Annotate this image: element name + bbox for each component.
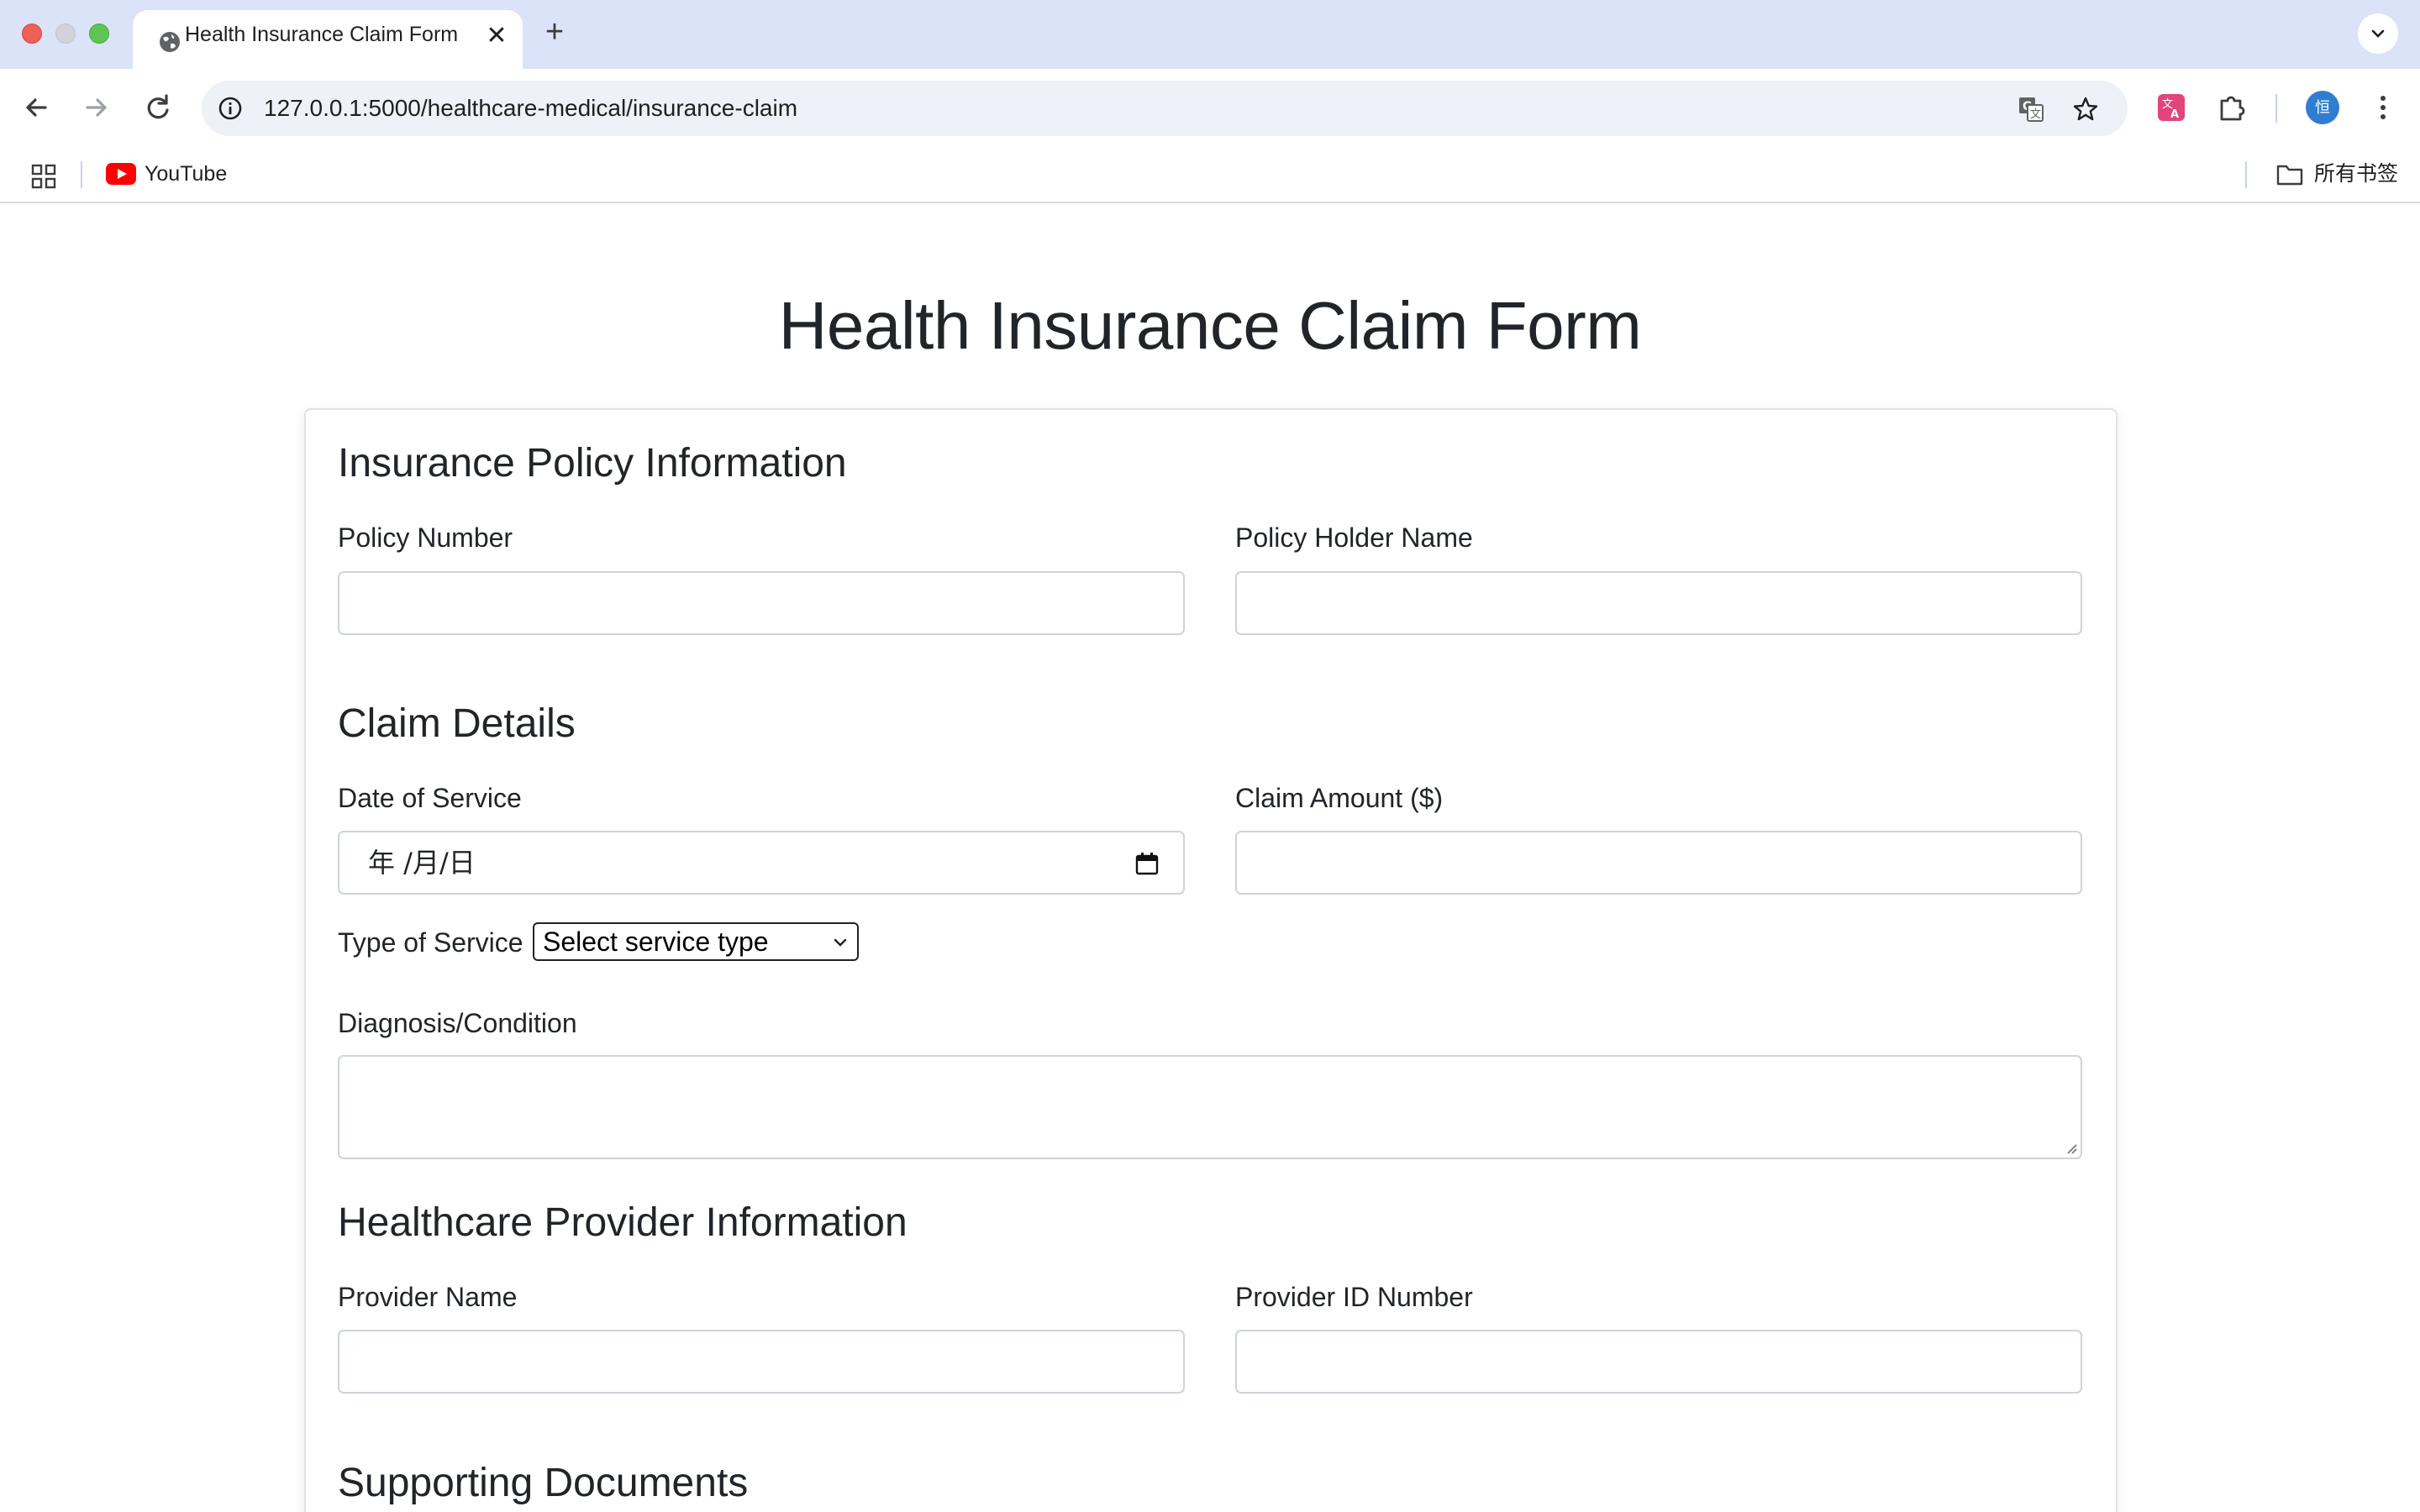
resize-grip-icon[interactable] (2063, 1140, 2078, 1155)
section-title-claim: Claim Details (338, 701, 576, 746)
date-of-service-input[interactable]: 年 /月/日 (338, 831, 1185, 895)
apps-grid-icon[interactable] (30, 163, 57, 190)
browser-tab-active[interactable]: Health Insurance Claim Form ✕ (133, 10, 523, 69)
translate-icon[interactable]: G 文 (2017, 95, 2045, 123)
address-bar[interactable]: 127.0.0.1:5000/healthcare-medical/insura… (202, 81, 2128, 136)
toolbar-divider (2275, 94, 2277, 123)
bookmarks-divider-right (2245, 161, 2247, 188)
globe-icon (160, 32, 180, 52)
section-title-policy: Insurance Policy Information (338, 441, 847, 486)
bookmark-star-icon[interactable] (2071, 95, 2100, 123)
section-title-documents: Supporting Documents (338, 1461, 749, 1505)
youtube-icon[interactable] (106, 163, 136, 185)
bookmarks-bar: YouTube 所有书签 (0, 146, 2420, 203)
service-type-selected: Select service type (543, 927, 769, 957)
bookmarks-divider (81, 161, 82, 188)
bookmark-youtube[interactable]: YouTube (145, 146, 227, 202)
service-type-select[interactable]: Select service type (533, 922, 859, 961)
policy-number-input[interactable] (338, 571, 1185, 635)
page-title: Health Insurance Claim Form (778, 288, 1642, 363)
holder-name-label: Policy Holder Name (1235, 522, 1473, 553)
calendar-icon[interactable] (1134, 851, 1160, 876)
date-of-service-label: Date of Service (338, 783, 522, 813)
tab-search-button[interactable] (2358, 13, 2398, 54)
browser-tabstrip: Health Insurance Claim Form ✕ + (0, 0, 2420, 69)
translator-extension-icon[interactable]: 文 A (2154, 91, 2188, 124)
policy-number-label: Policy Number (338, 522, 513, 553)
claim-amount-label: Claim Amount ($) (1235, 783, 1444, 813)
svg-text:A: A (2170, 108, 2179, 121)
provider-name-input[interactable] (338, 1330, 1185, 1394)
tab-title: Health Insurance Claim Form (185, 23, 459, 46)
new-tab-button[interactable]: + (539, 16, 570, 48)
service-type-label: Type of Service (338, 927, 523, 958)
window-minimize-button[interactable] (55, 24, 76, 44)
browser-toolbar: 127.0.0.1:5000/healthcare-medical/insura… (0, 69, 2420, 146)
diagnosis-label: Diagnosis/Condition (338, 1008, 577, 1038)
provider-id-input[interactable] (1235, 1330, 2082, 1394)
chevron-down-icon (834, 938, 847, 947)
section-title-provider: Healthcare Provider Information (338, 1200, 908, 1245)
chevron-down-icon (2371, 29, 2385, 38)
site-info-icon[interactable] (217, 95, 244, 122)
window-close-button[interactable] (22, 24, 42, 44)
folder-icon[interactable] (2275, 163, 2304, 186)
extensions-puzzle-icon[interactable] (2215, 91, 2249, 124)
provider-name-label: Provider Name (338, 1282, 518, 1312)
reload-icon[interactable] (138, 87, 178, 128)
holder-name-input[interactable] (1235, 571, 2082, 635)
close-tab-icon[interactable]: ✕ (484, 24, 509, 49)
more-options-icon[interactable] (2366, 91, 2400, 124)
url-text: 127.0.0.1:5000/healthcare-medical/insura… (264, 95, 798, 121)
svg-text:文: 文 (2030, 108, 2041, 121)
claim-amount-input[interactable] (1235, 831, 2082, 895)
back-arrow-icon[interactable] (17, 87, 57, 128)
all-bookmarks-button[interactable]: 所有书签 (2314, 146, 2398, 202)
diagnosis-textarea[interactable] (338, 1055, 2082, 1159)
profile-avatar[interactable]: 恒 (2306, 91, 2339, 124)
forward-arrow-icon[interactable] (76, 87, 116, 128)
provider-id-label: Provider ID Number (1235, 1282, 1473, 1312)
date-placeholder: 年 /月/日 (368, 847, 476, 879)
window-maximize-button[interactable] (89, 24, 109, 44)
